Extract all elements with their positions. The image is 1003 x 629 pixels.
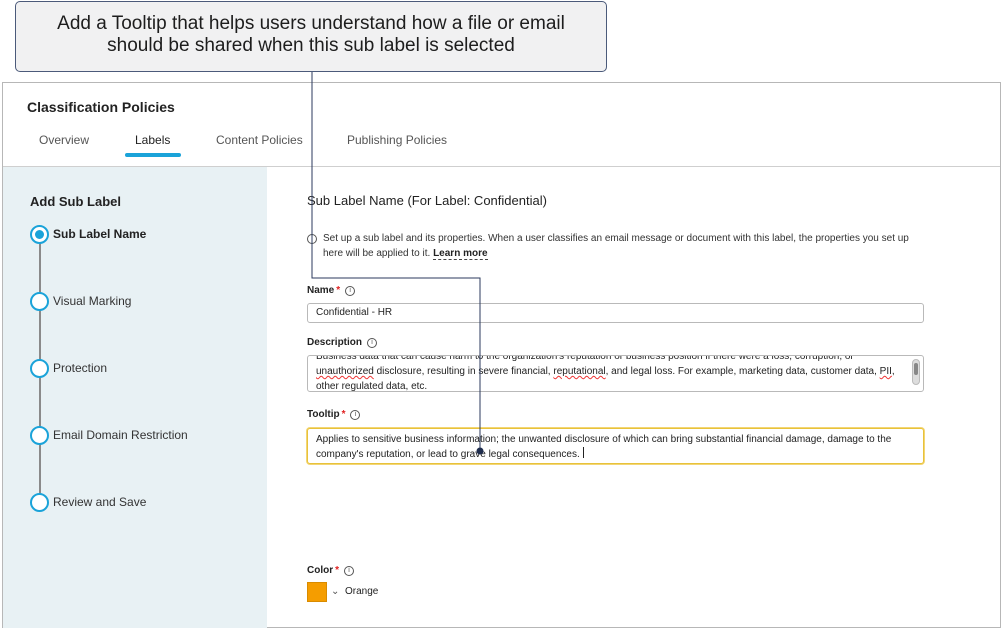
description-scrollbar[interactable] — [912, 359, 920, 385]
description-label: Description i — [307, 337, 378, 348]
info-icon[interactable]: i — [350, 410, 361, 420]
description-line-1: Business data that can cause harm to the… — [316, 355, 854, 362]
tooltip-text: Applies to sensitive business informatio… — [316, 434, 892, 460]
tab-labels[interactable]: Labels — [135, 133, 170, 147]
callout-line-1: Add a Tooltip that helps users understan… — [57, 13, 565, 34]
name-label-text: Name — [307, 285, 335, 296]
step-visual-marking[interactable]: Visual Marking — [30, 292, 250, 312]
page-title: Classification Policies — [27, 99, 175, 115]
required-marker: * — [341, 409, 346, 420]
active-tab-indicator — [125, 153, 181, 157]
annotation-callout: Add a Tooltip that helps users understan… — [15, 1, 607, 72]
learn-more-link[interactable]: Learn more — [433, 248, 488, 260]
tooltip-textarea[interactable]: Applies to sensitive business informatio… — [307, 428, 924, 464]
tab-bar: Overview Labels Content Policies Publish… — [3, 133, 1000, 157]
tab-content-policies[interactable]: Content Policies — [216, 133, 303, 147]
description-line-2: unauthorized disclosure, resulting in se… — [316, 366, 895, 377]
info-icon[interactable]: i — [345, 286, 356, 296]
info-message: i Set up a sub label and its properties.… — [307, 231, 917, 261]
section-title: Sub Label Name (For Label: Confidential) — [307, 193, 547, 208]
step-label: Review and Save — [53, 495, 147, 509]
step-circle-icon — [30, 426, 49, 445]
step-circle-icon — [30, 493, 49, 512]
app-window: Classification Policies Overview Labels … — [2, 82, 1001, 628]
step-label: Email Domain Restriction — [53, 428, 188, 442]
step-protection[interactable]: Protection — [30, 359, 250, 379]
step-active-icon — [30, 225, 49, 244]
required-marker: * — [336, 285, 341, 296]
info-icon: i — [307, 234, 317, 244]
required-marker: * — [335, 565, 340, 576]
tab-overview[interactable]: Overview — [39, 133, 89, 147]
step-label: Sub Label Name — [53, 227, 147, 241]
form-panel: Sub Label Name (For Label: Confidential)… — [267, 167, 1000, 627]
description-line-3: other regulated data, etc. — [316, 381, 428, 392]
step-email-domain-restriction[interactable]: Email Domain Restriction — [30, 426, 250, 446]
color-label: Color * i — [307, 565, 355, 576]
info-icon[interactable]: i — [367, 338, 378, 348]
color-label-text: Color — [307, 565, 334, 576]
name-input[interactable]: Confidential - HR — [307, 303, 924, 323]
wizard-title: Add Sub Label — [30, 194, 121, 209]
name-label: Name * i — [307, 285, 356, 296]
color-value: Orange — [345, 586, 379, 597]
step-sub-label-name[interactable]: Sub Label Name — [30, 225, 250, 245]
tooltip-label-text: Tooltip — [307, 409, 340, 420]
tooltip-label: Tooltip * i — [307, 409, 361, 420]
info-icon[interactable]: i — [344, 566, 355, 576]
info-text: Set up a sub label and its properties. W… — [323, 233, 909, 259]
color-swatch — [307, 582, 327, 602]
description-label-text: Description — [307, 337, 363, 348]
step-circle-icon — [30, 359, 49, 378]
wizard-sidebar: Add Sub Label Sub Label Name Visual Mark… — [3, 167, 267, 628]
callout-line-2: should be shared when this sub label is … — [107, 35, 515, 56]
step-label: Protection — [53, 361, 108, 375]
chevron-down-icon: ⌄ — [331, 586, 340, 597]
text-cursor — [582, 447, 584, 458]
step-label: Visual Marking — [53, 294, 132, 308]
description-textarea[interactable]: Business data that can cause harm to the… — [307, 355, 924, 392]
step-circle-icon — [30, 292, 49, 311]
tab-publishing-policies[interactable]: Publishing Policies — [347, 133, 447, 147]
step-review-and-save[interactable]: Review and Save — [30, 493, 250, 513]
